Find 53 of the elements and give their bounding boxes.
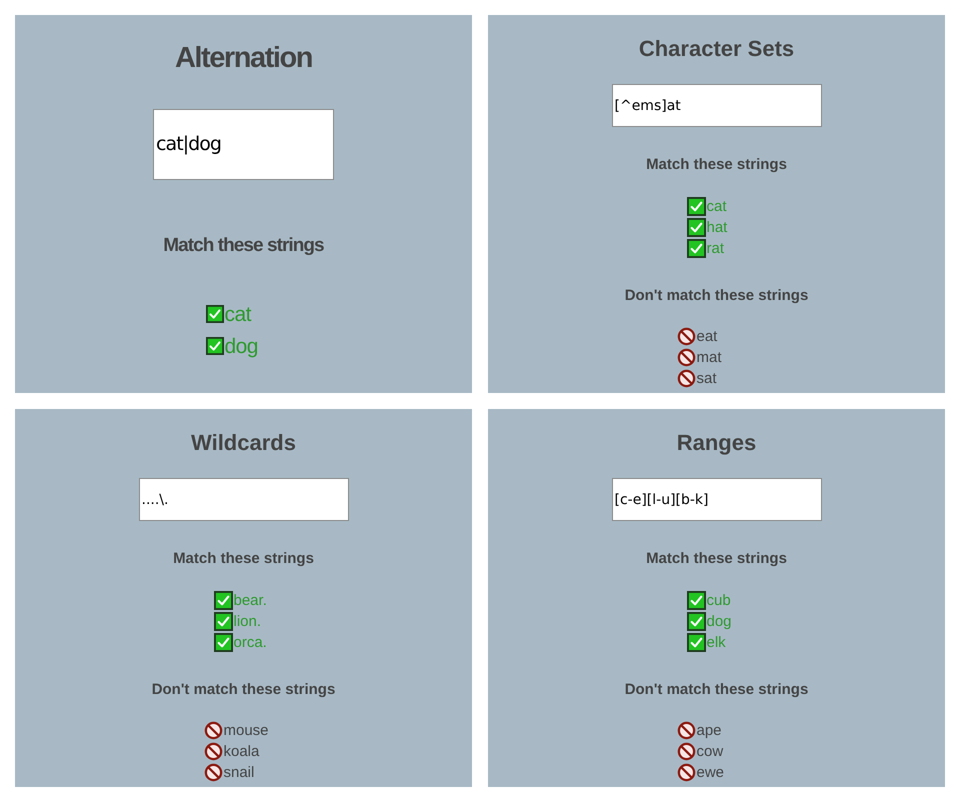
section-heading: Don't match these strings [152, 680, 336, 700]
checkmark-icon [686, 632, 706, 652]
section-heading: Don't match these strings [624, 680, 808, 700]
excluded-string: mat [696, 350, 722, 365]
regex-input-field[interactable]: cat|dog [153, 108, 334, 180]
exercise-title: Character Sets [638, 35, 794, 63]
matched-string: elk [706, 634, 726, 650]
exercise-title: Wildcards [191, 429, 296, 457]
excluded-string: cow [696, 744, 724, 759]
prohibited-icon [676, 369, 696, 388]
section-heading: Match these strings [163, 234, 324, 258]
checkmark-icon [214, 590, 232, 610]
prohibited-icon [676, 327, 696, 346]
regex-input-field[interactable]: [^ems]at [612, 84, 822, 127]
prohibited-icon [676, 763, 696, 782]
matched-string: bear. [234, 592, 267, 608]
excluded-string: mouse [224, 723, 269, 738]
excluded-string: sat [696, 371, 717, 386]
section-heading: Match these strings [646, 549, 787, 569]
matched-string: cub [706, 592, 731, 608]
checkmark-icon [214, 612, 232, 630]
checkmark-icon [686, 196, 706, 216]
checkmark-icon [686, 238, 706, 258]
matched-string: hat [706, 220, 728, 234]
excluded-string: snail [224, 765, 254, 780]
excluded-string: koala [224, 744, 260, 759]
excluded-string: ape [696, 723, 722, 738]
prohibited-icon [204, 721, 222, 740]
section-heading: Match these strings [173, 549, 314, 569]
section-heading: Match these strings [646, 155, 787, 175]
checkmark-icon [686, 590, 706, 610]
checkmark-icon [214, 632, 232, 652]
checkmark-icon [686, 218, 706, 236]
matched-string: lion. [234, 614, 262, 628]
matched-string: cat [224, 304, 251, 324]
regex-input-field[interactable]: ....\. [138, 478, 348, 521]
exercise-title: Ranges [676, 429, 756, 457]
prohibited-icon [676, 721, 696, 740]
section-heading: Don't match these strings [624, 286, 808, 306]
checkmark-icon [686, 612, 706, 630]
matched-string: orca. [234, 634, 267, 650]
prohibited-icon [204, 742, 222, 761]
regex-input-field[interactable]: [c-e][l-u][b-k] [612, 478, 822, 521]
prohibited-icon [204, 763, 222, 782]
excluded-string: eat [696, 329, 718, 344]
prohibited-icon [676, 348, 696, 367]
matched-string: dog [224, 336, 258, 356]
exercise-title: Alternation [174, 41, 312, 76]
matched-string: cat [706, 198, 727, 214]
matched-string: rat [706, 240, 724, 256]
prohibited-icon [676, 742, 696, 761]
excluded-string: ewe [696, 765, 724, 780]
matched-string: dog [706, 614, 732, 628]
